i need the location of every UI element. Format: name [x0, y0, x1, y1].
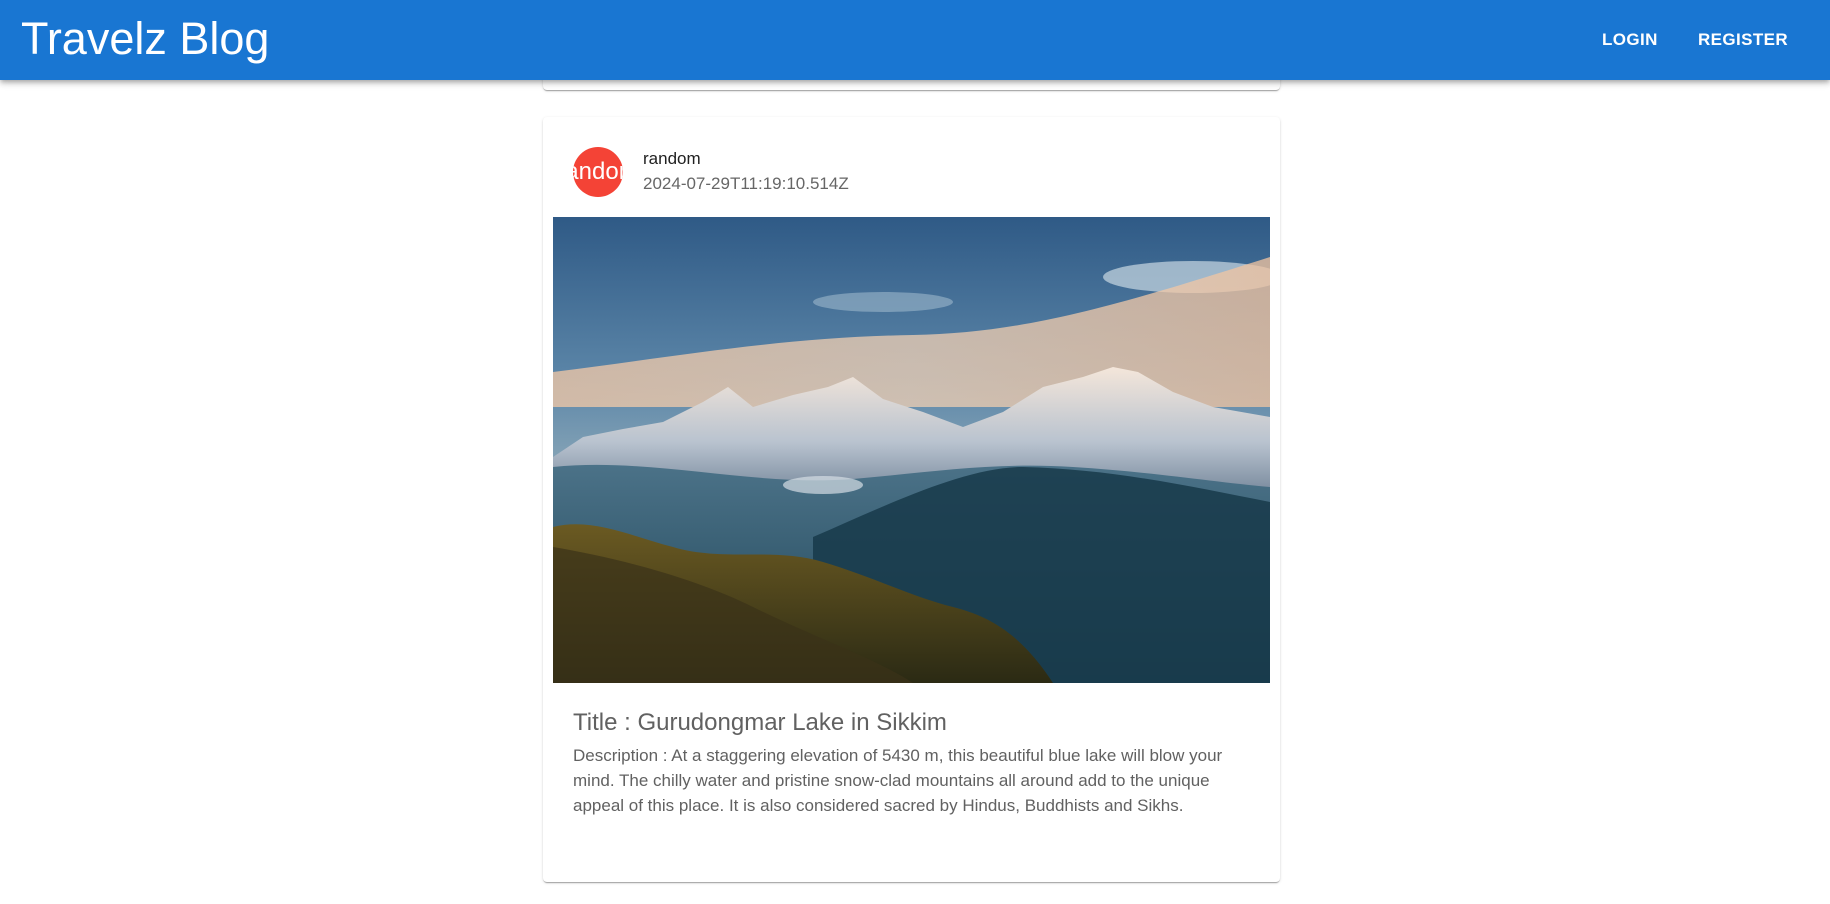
post-description: Description : At a staggering elevation …	[573, 746, 1223, 815]
app-bar: Travelz Blog LOGIN REGISTER	[0, 0, 1830, 80]
avatar: random	[573, 147, 623, 197]
post-card: random random 2024-07-29T11:19:10.514Z	[543, 117, 1280, 882]
post-date: 2024-07-29T11:19:10.514Z	[643, 174, 849, 193]
login-button[interactable]: LOGIN	[1590, 22, 1670, 58]
post-author: random	[643, 149, 701, 168]
post-image	[553, 217, 1270, 683]
mountain-landscape-image	[553, 217, 1270, 683]
register-button[interactable]: REGISTER	[1686, 22, 1800, 58]
app-title[interactable]: Travelz Blog	[21, 12, 269, 66]
avatar-text: random	[573, 158, 623, 185]
post-title: Title : Gurudongmar Lake in Sikkim	[573, 709, 947, 736]
